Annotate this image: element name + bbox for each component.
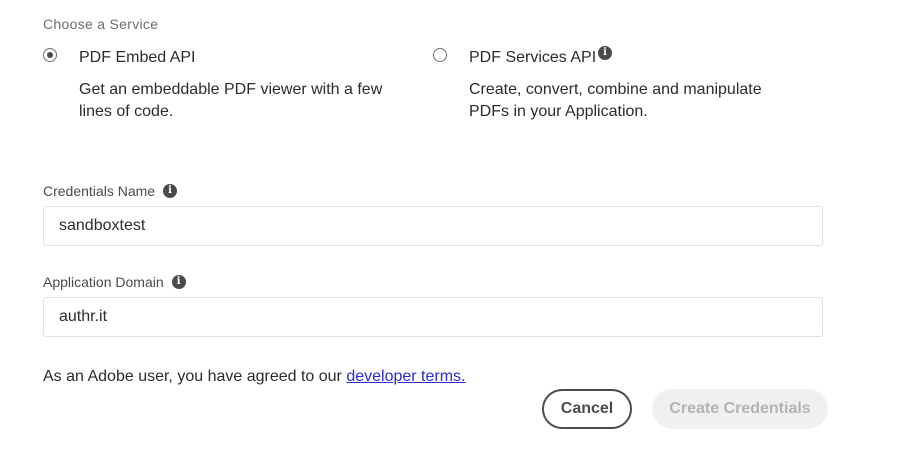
info-icon[interactable]: i [598,46,612,60]
credentials-name-input[interactable] [43,206,823,246]
pdf-services-api-title: PDF Services API [469,49,597,66]
pdf-embed-api-radio[interactable] [43,48,57,62]
cancel-button[interactable]: Cancel [542,389,632,429]
pdf-services-api-description: Create, convert, combine and manipulate … [469,81,762,120]
application-domain-label: Application Domain i [43,274,186,290]
terms-notice: As an Adobe user, you have agreed to our… [43,368,466,386]
application-domain-input[interactable] [43,297,823,337]
terms-text: As an Adobe user, you have agreed to our [43,368,347,385]
pdf-services-api-radio[interactable] [433,48,447,62]
create-credentials-button[interactable]: Create Credentials [652,389,828,429]
pdf-embed-api-title: PDF Embed API [79,49,196,66]
create-credentials-form: Choose a Service PDF Embed API Get an em… [0,0,921,455]
pdf-embed-api-description: Get an embeddable PDF viewer with a few … [79,81,383,120]
choose-service-label: Choose a Service [43,16,159,32]
credentials-name-label-text: Credentials Name [43,183,156,199]
application-domain-label-text: Application Domain [43,274,164,290]
info-icon[interactable]: i [163,184,178,199]
info-icon[interactable]: i [171,275,186,290]
developer-terms-link[interactable]: developer terms. [346,368,465,385]
credentials-name-label: Credentials Name i [43,183,178,199]
